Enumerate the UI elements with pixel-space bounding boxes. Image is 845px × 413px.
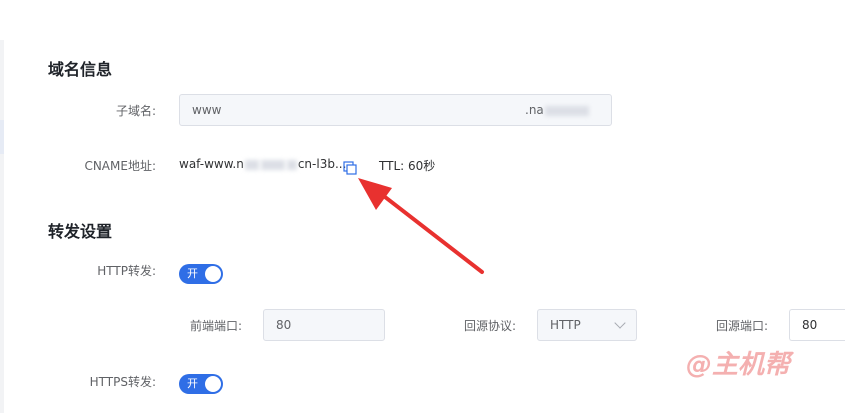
watermark: @主机帮 <box>686 350 791 380</box>
chevron-down-icon <box>614 317 626 329</box>
origin-protocol-select[interactable]: HTTP <box>537 309 637 341</box>
cname-label: CNAME地址: <box>84 159 156 173</box>
left-panel-edge <box>0 40 4 413</box>
subdomain-suffix: .na <box>525 95 590 125</box>
https-forward-switch[interactable]: 开 <box>179 374 223 394</box>
frontend-port-input[interactable]: 80 <box>263 309 385 341</box>
origin-protocol-label: 回源协议: <box>463 319 516 333</box>
copy-icon[interactable] <box>343 161 357 175</box>
origin-port-input[interactable]: 80 <box>789 309 845 341</box>
frontend-port-label: 前端端口: <box>189 319 242 333</box>
http-forward-switch[interactable]: 开 <box>179 264 223 284</box>
domain-info-title: 域名信息 <box>48 60 113 79</box>
switch-knob <box>205 266 221 282</box>
subdomain-field[interactable]: www .na <box>179 94 612 126</box>
origin-port-label: 回源端口: <box>715 319 768 333</box>
origin-protocol-value: HTTP <box>550 318 581 332</box>
cname-value: waf-www.n cn-l3b... <box>179 157 347 171</box>
forwarding-title: 转发设置 <box>48 222 113 241</box>
subdomain-label: 子域名: <box>115 104 156 118</box>
switch-knob <box>205 376 221 392</box>
annotation-arrow <box>358 178 484 274</box>
left-panel-active-mark <box>0 120 4 154</box>
https-forward-label: HTTPS转发: <box>89 375 156 389</box>
http-forward-label: HTTP转发: <box>97 264 156 278</box>
http-switch-text: 开 <box>187 267 198 280</box>
https-switch-text: 开 <box>187 377 198 390</box>
ttl-text: TTL: 60秒 <box>379 159 436 173</box>
subdomain-value: www <box>192 103 222 117</box>
